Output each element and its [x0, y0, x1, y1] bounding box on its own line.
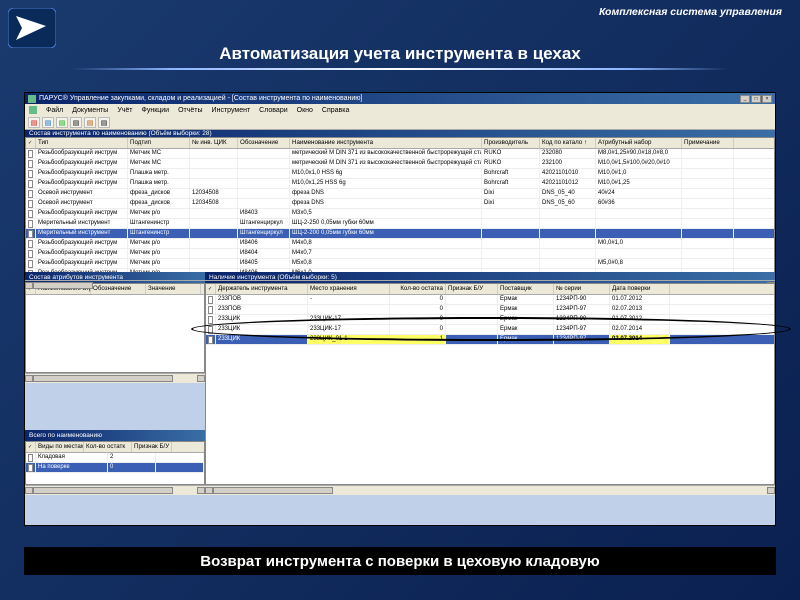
main-grid-title: Состав инструмента по наименованию (Объё…	[25, 130, 775, 137]
window-titlebar[interactable]: ПАРУС® Управление закупками, складом и р…	[25, 93, 775, 104]
lower-area: Состав атрибутов инструмента ✓ Наименова…	[25, 272, 775, 495]
table-row[interactable]: 233ЦИК233ЦИК-170Ермак1234РП-9001.07.2012	[206, 315, 774, 325]
stock-title: Наличие инструмента (Объём выборки: 5)	[205, 272, 775, 283]
table-row[interactable]: Мерительный инструментШтангенинстрШтанге…	[26, 219, 774, 229]
main-grid-pane: Состав инструмента по наименованию (Объё…	[25, 130, 775, 272]
main-grid-header[interactable]: ✓ Тип Подтип № инв. ЦИК Обозначение Наим…	[26, 138, 774, 149]
scrollbar-thumb[interactable]	[33, 282, 93, 289]
attrs-grid[interactable]: ✓ Наименование атрибута Обозначение Знач…	[25, 283, 205, 373]
app-icon	[28, 95, 36, 103]
menu-help[interactable]: Справка	[322, 107, 349, 114]
toolbar-btn-6[interactable]: ▤	[98, 117, 110, 128]
table-row[interactable]: 233ПОВ-0Ермак1234РП-9001.07.2012	[206, 295, 774, 305]
table-row[interactable]: Кладовая2	[26, 453, 204, 463]
close-button[interactable]: ×	[762, 95, 772, 103]
app-window: ПАРУС® Управление закупками, складом и р…	[24, 92, 776, 526]
table-row[interactable]: Осевой инструментфреза_дисков12034508фре…	[26, 189, 774, 199]
menu-accounting[interactable]: Учёт	[117, 107, 132, 114]
totals-grid[interactable]: ✓ Виды по местам Кол-во остатк Признак Б…	[25, 441, 205, 485]
table-row[interactable]: Резьбообразующий инструмПлашка метр.M10,…	[26, 169, 774, 179]
table-row[interactable]: Резьбообразующий инструмМетчик р/оИ8403M…	[26, 209, 774, 219]
table-row[interactable]: Резьбообразующий инструмМетчик р/оИ8405M…	[26, 259, 774, 269]
table-row[interactable]: Осевой инструментфреза_дисков12034508фре…	[26, 199, 774, 209]
menubar-icon	[29, 106, 37, 114]
toolbar-btn-4[interactable]: ▤	[70, 117, 82, 128]
menu-window[interactable]: Окно	[297, 107, 313, 114]
table-row[interactable]: Резьбообразующий инструмПлашка метр.M10,…	[26, 179, 774, 189]
menubar[interactable]: Файл Документы Учёт Функции Отчёты Инстр…	[25, 104, 775, 116]
slide-header: Комплексная система управления Автоматиз…	[0, 0, 800, 78]
minimize-button[interactable]: _	[740, 95, 750, 103]
main-grid-body[interactable]: Резьбообразующий инструмМетчик МСметриче…	[26, 149, 774, 279]
window-title: ПАРУС® Управление закупками, складом и р…	[39, 95, 740, 102]
table-row[interactable]: Резьбообразующий инструмМетчик р/оИ8406M…	[26, 239, 774, 249]
footer-caption: Возврат инструмента с поверки в цеховую …	[24, 547, 776, 575]
menu-documents[interactable]: Документы	[72, 107, 108, 114]
system-label: Комплексная система управления	[599, 6, 782, 18]
menu-file[interactable]: Файл	[46, 107, 63, 114]
horizontal-scrollbar[interactable]	[25, 280, 775, 281]
stock-scrollbar[interactable]	[205, 485, 775, 495]
attrs-scrollbar[interactable]	[25, 373, 205, 383]
table-row[interactable]: Резьбообразующий инструмМетчик р/оИ8404M…	[26, 249, 774, 259]
table-row[interactable]: 233ЦИК233ЦИК-170Ермак1234РП-9702.07.2014	[206, 325, 774, 335]
stock-grid[interactable]: ✓ Держатель инструмента Место хранения К…	[205, 283, 775, 485]
maximize-button[interactable]: □	[751, 95, 761, 103]
toolbar-btn-3[interactable]: ▤	[56, 117, 68, 128]
toolbar-btn-5[interactable]: ▤	[84, 117, 96, 128]
toolbar-btn-1[interactable]: ▤	[28, 117, 40, 128]
table-row[interactable]: Резьбообразующий инструмМетчик МСметриче…	[26, 159, 774, 169]
menu-dictionaries[interactable]: Словари	[259, 107, 287, 114]
table-row[interactable]: 233ПОВ0Ермак1234РП-9702.07.2013	[206, 305, 774, 315]
toolbar-btn-2[interactable]: ▤	[42, 117, 54, 128]
title-underline	[72, 68, 728, 70]
table-row[interactable]: Мерительный инструментШтангенинстрШтанге…	[26, 229, 774, 239]
logo	[8, 8, 56, 48]
totals-title: Всего по наименованию	[25, 430, 205, 441]
table-row[interactable]: На поверке0	[26, 463, 204, 473]
menu-functions[interactable]: Функции	[142, 107, 170, 114]
menu-instrument[interactable]: Инструмент	[212, 107, 251, 114]
table-row[interactable]: 233ЦИК233ЦИК_01-11Ермак1234РП-9702.07.20…	[206, 335, 774, 345]
totals-scrollbar[interactable]	[25, 485, 205, 495]
menu-reports[interactable]: Отчёты	[178, 107, 202, 114]
table-row[interactable]: Резьбообразующий инструмМетчик МСметриче…	[26, 149, 774, 159]
toolbar: ▤ ▤ ▤ ▤ ▤ ▤	[25, 116, 775, 130]
